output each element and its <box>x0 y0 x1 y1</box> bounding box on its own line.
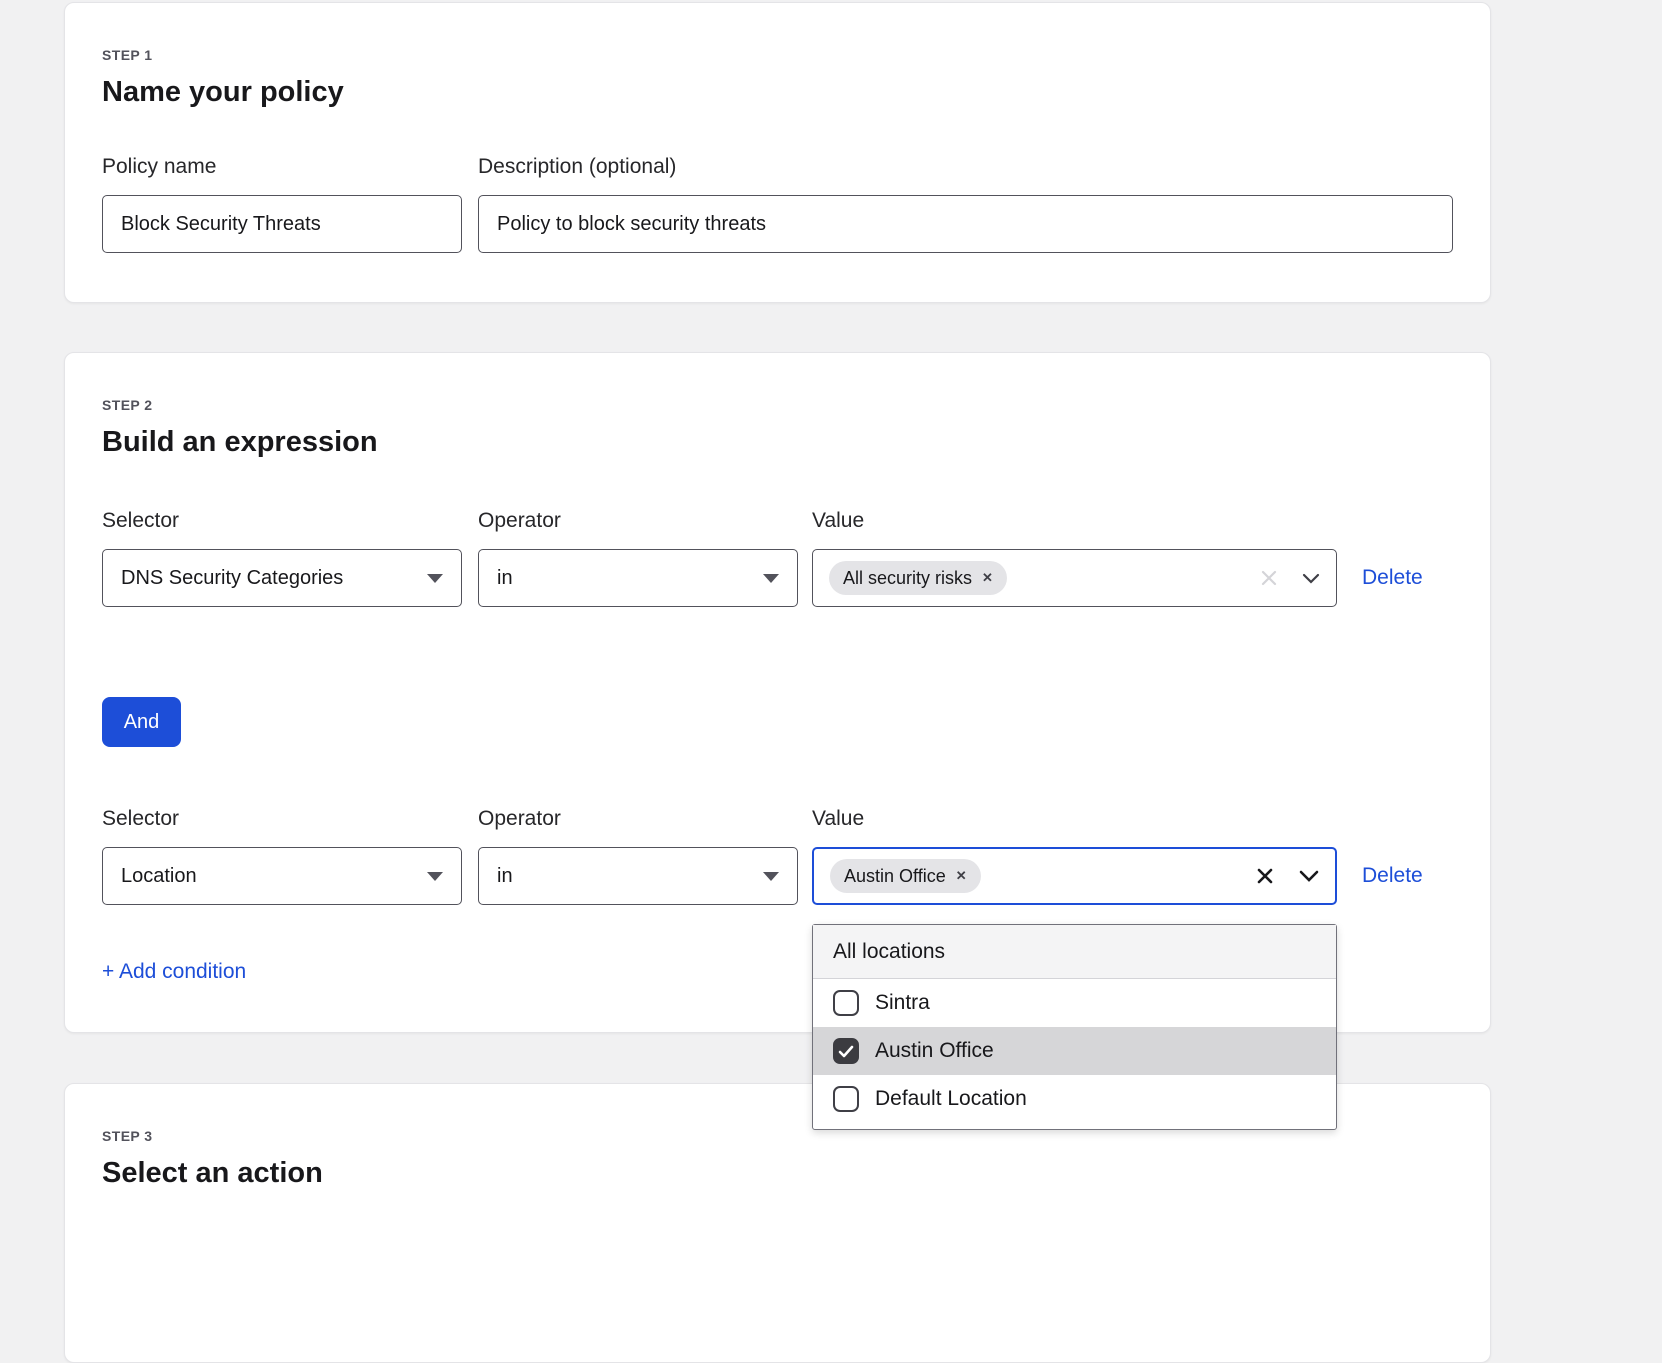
description-input[interactable] <box>478 195 1453 253</box>
value-label: Value <box>812 807 1337 831</box>
remove-tag-icon[interactable]: ✕ <box>956 868 967 884</box>
selector-block-1: Selector DNS Security Categories <box>102 509 462 607</box>
step1-fields: Policy name Description (optional) <box>102 155 1453 253</box>
operator-label: Operator <box>478 509 798 533</box>
chevron-down-icon <box>763 872 779 881</box>
chevron-down-icon <box>427 872 443 881</box>
value-field-icons <box>1255 866 1319 886</box>
step2-title: Build an expression <box>102 426 1453 459</box>
description-field-group: Description (optional) <box>478 155 1453 253</box>
step1-card: STEP 1 Name your policy Policy name Desc… <box>64 2 1491 303</box>
selector-block-2: Selector Location <box>102 807 462 905</box>
step1-label: STEP 1 <box>102 47 1453 63</box>
step3-title: Select an action <box>102 1157 1453 1190</box>
chevron-down-icon <box>763 574 779 583</box>
locations-dropdown: All locations Sintra Austin Office <box>812 924 1337 1130</box>
value-multiselect-2[interactable]: Austin Office ✕ <box>812 847 1337 905</box>
selector-value: DNS Security Categories <box>121 567 343 590</box>
checkbox-icon[interactable] <box>833 990 859 1016</box>
step3-label: STEP 3 <box>102 1128 1453 1144</box>
delete-condition-link-2[interactable]: Delete <box>1362 864 1423 888</box>
value-block-2: Value Austin Office ✕ All locations <box>812 807 1337 905</box>
description-label: Description (optional) <box>478 155 1453 179</box>
checkbox-icon[interactable] <box>833 1086 859 1112</box>
condition-row-1: Selector DNS Security Categories Operato… <box>102 509 1453 607</box>
policy-name-field-group: Policy name <box>102 155 462 253</box>
value-field-icons <box>1260 569 1320 587</box>
chevron-down-icon[interactable] <box>1302 573 1320 584</box>
chevron-down-icon <box>427 574 443 583</box>
policy-name-label: Policy name <box>102 155 462 179</box>
operator-value: in <box>497 567 513 590</box>
value-block-1: Value All security risks ✕ <box>812 509 1337 607</box>
locations-dropdown-header: All locations <box>813 925 1336 979</box>
and-button[interactable]: And <box>102 697 181 747</box>
step2-label: STEP 2 <box>102 397 1453 413</box>
chevron-down-icon[interactable] <box>1299 870 1319 882</box>
operator-block-2: Operator in <box>478 807 798 905</box>
step1-title: Name your policy <box>102 76 1453 109</box>
operator-label: Operator <box>478 807 798 831</box>
selector-value: Location <box>121 865 197 888</box>
value-tag-label: All security risks <box>843 568 972 589</box>
checkbox-icon[interactable] <box>833 1038 859 1064</box>
remove-tag-icon[interactable]: ✕ <box>982 570 993 586</box>
location-option-label: Default Location <box>875 1087 1027 1111</box>
clear-value-icon[interactable] <box>1255 866 1275 886</box>
delete-condition-link-1[interactable]: Delete <box>1362 566 1423 590</box>
selector-dropdown-2[interactable]: Location <box>102 847 462 905</box>
selector-label: Selector <box>102 509 462 533</box>
value-label: Value <box>812 509 1337 533</box>
location-option[interactable]: Austin Office <box>813 1027 1336 1075</box>
clear-value-icon[interactable] <box>1260 569 1278 587</box>
value-tag: Austin Office ✕ <box>830 859 981 893</box>
selector-dropdown-1[interactable]: DNS Security Categories <box>102 549 462 607</box>
add-condition-link[interactable]: + Add condition <box>102 960 246 984</box>
operator-block-1: Operator in <box>478 509 798 607</box>
operator-dropdown-1[interactable]: in <box>478 549 798 607</box>
location-option[interactable]: Sintra <box>813 979 1336 1027</box>
step2-card: STEP 2 Build an expression Selector DNS … <box>64 352 1491 1033</box>
location-option-label: Austin Office <box>875 1039 994 1063</box>
location-option[interactable]: Default Location <box>813 1075 1336 1123</box>
condition-row-2: Selector Location Operator in Value Aust… <box>102 807 1453 905</box>
operator-value: in <box>497 865 513 888</box>
policy-name-input[interactable] <box>102 195 462 253</box>
value-tag-label: Austin Office <box>844 866 946 887</box>
value-multiselect-1[interactable]: All security risks ✕ <box>812 549 1337 607</box>
location-option-label: Sintra <box>875 991 930 1015</box>
operator-dropdown-2[interactable]: in <box>478 847 798 905</box>
selector-label: Selector <box>102 807 462 831</box>
value-tag: All security risks ✕ <box>829 561 1007 595</box>
